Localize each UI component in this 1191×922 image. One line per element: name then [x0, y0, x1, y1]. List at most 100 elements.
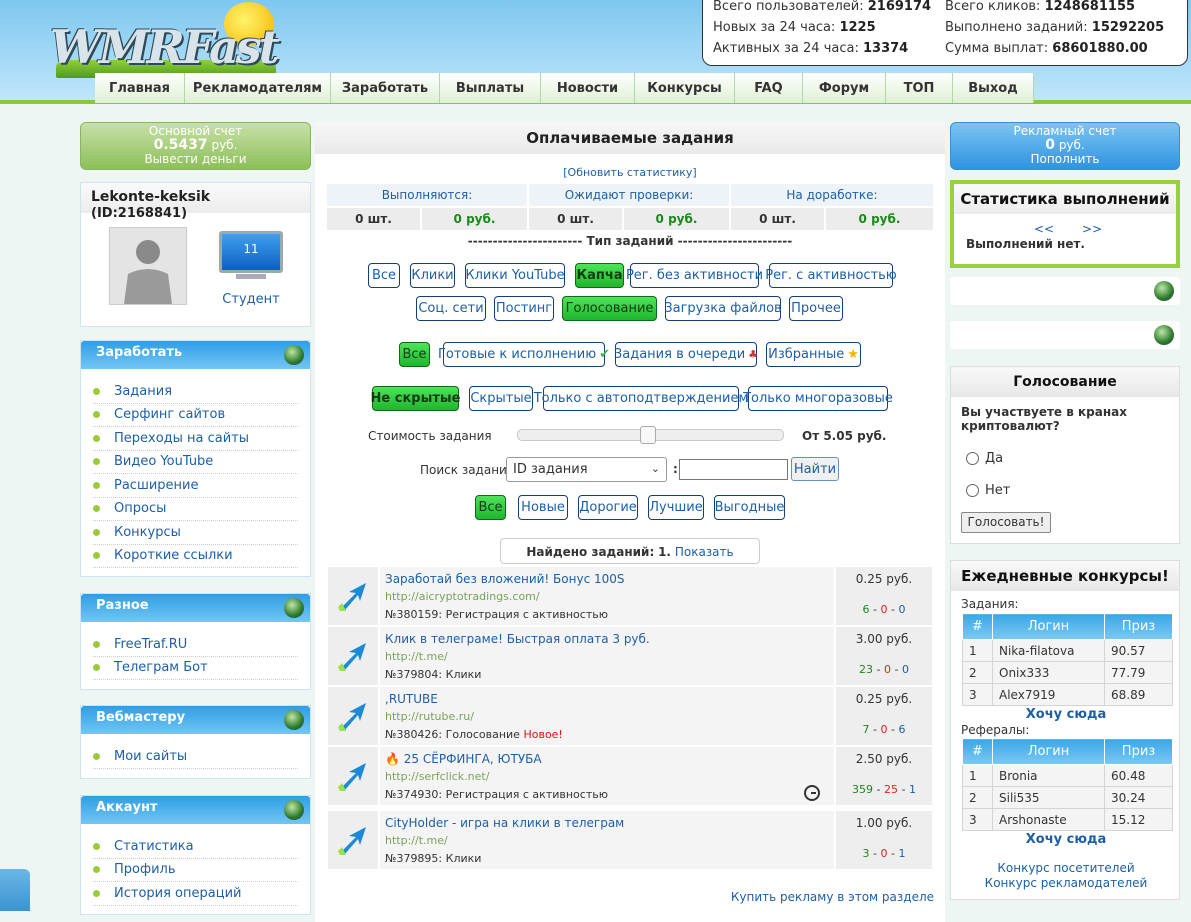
menu-item-statistics[interactable]: Статистика — [93, 835, 298, 859]
contests-tasks-table: # Логин Приз 1 Nika-filatova 90.57 2 Onix333 7… — [962, 613, 1173, 706]
task-title[interactable]: ,RUTUBE — [385, 690, 829, 708]
globe-icon — [284, 345, 304, 365]
type-all-button[interactable]: Все — [368, 263, 400, 288]
sort-new-button[interactable]: Новые — [518, 495, 568, 520]
manage-ad-link[interactable]: Управление рекламой — [950, 321, 1180, 349]
site-logo[interactable]: WMRFast — [48, 2, 303, 78]
menu-item-my-sites[interactable]: Мои сайты — [93, 745, 298, 769]
menu-item-tasks[interactable]: Задания — [93, 380, 298, 404]
task-row[interactable]: Заработай без вложений! Бонус 100S http:/… — [328, 567, 932, 625]
type-reg-activity-button[interactable]: Рег. с активностью — [765, 263, 897, 288]
filter-favorites-button[interactable]: Избранные ★ — [766, 342, 861, 367]
main-account-box[interactable]: Основной счет 0.5437 руб. Вывести деньги — [80, 122, 311, 170]
exec-prev-link[interactable]: << — [1034, 222, 1054, 236]
nav-home[interactable]: Главная — [95, 73, 185, 103]
menu-item-extension[interactable]: Расширение — [93, 474, 298, 498]
menu-item-surfing[interactable]: Серфинг сайтов — [93, 404, 298, 427]
type-files-button[interactable]: Загрузка файлов — [664, 296, 782, 321]
fire-icon: 🔥 — [385, 752, 400, 766]
sort-best-button[interactable]: Лучшие — [648, 495, 704, 520]
type-posting-button[interactable]: Постинг — [494, 296, 554, 321]
stat-rework-count: 0 шт. — [731, 208, 824, 230]
filter-ready-button[interactable]: Готовые к исполнению ✔ — [438, 342, 610, 367]
nav-payouts[interactable]: Выплаты — [440, 73, 541, 103]
menu-item-telegram-bot[interactable]: Телеграм Бот — [93, 657, 298, 680]
nav-top[interactable]: ТОП — [886, 73, 953, 103]
side-widget-tab[interactable] — [0, 869, 30, 911]
task-row[interactable]: 🔥 25 СЁРФИНГА, ЮТУБА http://serfclick.net… — [328, 747, 932, 805]
type-clicks-button[interactable]: Клики — [410, 263, 455, 288]
task-title[interactable]: Заработай без вложений! Бонус 100S — [385, 570, 829, 588]
radio-icon[interactable] — [966, 452, 979, 465]
nav-contests[interactable]: Конкурсы — [635, 73, 735, 103]
task-title[interactable]: CityHolder - игра на клики в телеграм — [385, 814, 829, 832]
filter-reusable-button[interactable]: Только многоразовые — [743, 386, 893, 411]
search-type-select[interactable]: ID задания ⌄ — [506, 457, 667, 482]
menu-item-youtube[interactable]: Видео YouTube — [93, 451, 298, 474]
type-captcha-button[interactable]: Капча — [575, 263, 624, 288]
search-button[interactable]: Найти — [791, 457, 839, 481]
col-prize: Приз — [1104, 738, 1173, 765]
filter-hidden-button[interactable]: Скрытые — [469, 386, 533, 411]
advertisers-contest-link[interactable]: Конкурс рекламодателей — [951, 876, 1181, 890]
nav-faq[interactable]: FAQ — [735, 73, 803, 103]
ad-account-box[interactable]: Рекламный счет 0 руб. Пополнить — [950, 122, 1180, 170]
cost-slider[interactable] — [517, 426, 784, 444]
task-title[interactable]: Клик в телеграме! Быстрая оплата 3 руб. — [385, 630, 829, 648]
radio-icon[interactable] — [966, 484, 979, 497]
menu-item-polls[interactable]: Опросы — [93, 498, 298, 521]
exec-next-link[interactable]: >> — [1082, 222, 1102, 236]
nav-advertisers[interactable]: Рекламодателям — [185, 73, 331, 103]
task-counters: 359 - 25 - 1 — [852, 783, 916, 796]
menu-item-history[interactable]: История операций — [93, 882, 298, 906]
found-show-link[interactable]: Показать — [675, 545, 734, 559]
task-price: 3.00 руб. — [855, 632, 913, 646]
sort-expensive-button[interactable]: Дорогие — [578, 495, 638, 520]
withdraw-link[interactable]: Вывести деньги — [81, 152, 310, 166]
task-row[interactable]: CityHolder - игра на клики в телеграм htt… — [328, 811, 932, 869]
menu-item-contests[interactable]: Конкурсы — [93, 521, 298, 545]
main-account-label: Основной счет — [148, 124, 243, 138]
avatar[interactable] — [109, 227, 187, 305]
chevron-down-icon: ⌄ — [650, 462, 660, 475]
stat-header-running: Выполняются: — [327, 184, 527, 206]
poll-option-yes[interactable]: Да — [966, 451, 1003, 466]
type-social-button[interactable]: Соц. сети — [416, 296, 486, 321]
want-here-link-2[interactable]: Хочу сюда — [951, 832, 1181, 847]
buy-ad-link[interactable]: Купить рекламу в этом разделе — [731, 890, 934, 904]
menu-item-transitions[interactable]: Переходы на сайты — [93, 427, 298, 451]
task-title[interactable]: 🔥 25 СЁРФИНГА, ЮТУБА — [385, 750, 829, 768]
search-input[interactable] — [679, 459, 788, 480]
sort-all-button[interactable]: Все — [475, 495, 506, 520]
task-row[interactable]: ,RUTUBE http://rutube.ru/ №380426: Голосов… — [328, 687, 932, 745]
nav-earn[interactable]: Заработать — [331, 73, 440, 103]
type-youtube-button[interactable]: Клики YouTube — [465, 263, 565, 288]
type-voting-button[interactable]: Голосование — [562, 296, 657, 321]
sort-profitable-button[interactable]: Выгодные — [714, 495, 785, 520]
want-here-link[interactable]: Хочу сюда — [951, 707, 1181, 722]
nav-news[interactable]: Новости — [541, 73, 635, 103]
filter-all-button[interactable]: Все — [399, 342, 430, 367]
vote-button[interactable]: Голосовать! — [961, 512, 1051, 533]
order-ad-link[interactable]: Заказ рекламы — [950, 277, 1180, 305]
refresh-stats-link[interactable]: [Обновить статистику] — [315, 166, 945, 179]
task-url: http://t.me/ — [385, 834, 448, 847]
filter-autoconfirm-button[interactable]: Только с автоподтверждением — [534, 386, 748, 411]
misc-menu-title: Разное — [96, 598, 149, 613]
filter-not-hidden-button[interactable]: Не скрытые — [371, 386, 460, 411]
clock-icon — [804, 785, 820, 801]
menu-item-profile[interactable]: Профиль — [93, 859, 298, 882]
type-reg-no-activity-button[interactable]: Рег. без активности — [626, 263, 763, 288]
filter-queue-button[interactable]: Задания в очереди ♣ — [614, 342, 758, 367]
menu-item-freetraf[interactable]: FreeTraf.RU — [93, 633, 298, 657]
nav-forum[interactable]: Форум — [803, 73, 886, 103]
poll-option-no[interactable]: Нет — [966, 483, 1010, 498]
type-other-button[interactable]: Прочее — [789, 296, 843, 321]
topup-link[interactable]: Пополнить — [951, 152, 1179, 166]
visitors-contest-link[interactable]: Конкурс посетителей — [951, 861, 1181, 875]
menu-item-short-links[interactable]: Короткие ссылки — [93, 545, 298, 568]
task-row[interactable]: Клик в телеграме! Быстрая оплата 3 руб. h… — [328, 627, 932, 685]
cost-slider-handle[interactable] — [640, 426, 656, 444]
nav-logout[interactable]: Выход — [953, 73, 1034, 103]
user-status[interactable]: Студент — [211, 292, 291, 307]
